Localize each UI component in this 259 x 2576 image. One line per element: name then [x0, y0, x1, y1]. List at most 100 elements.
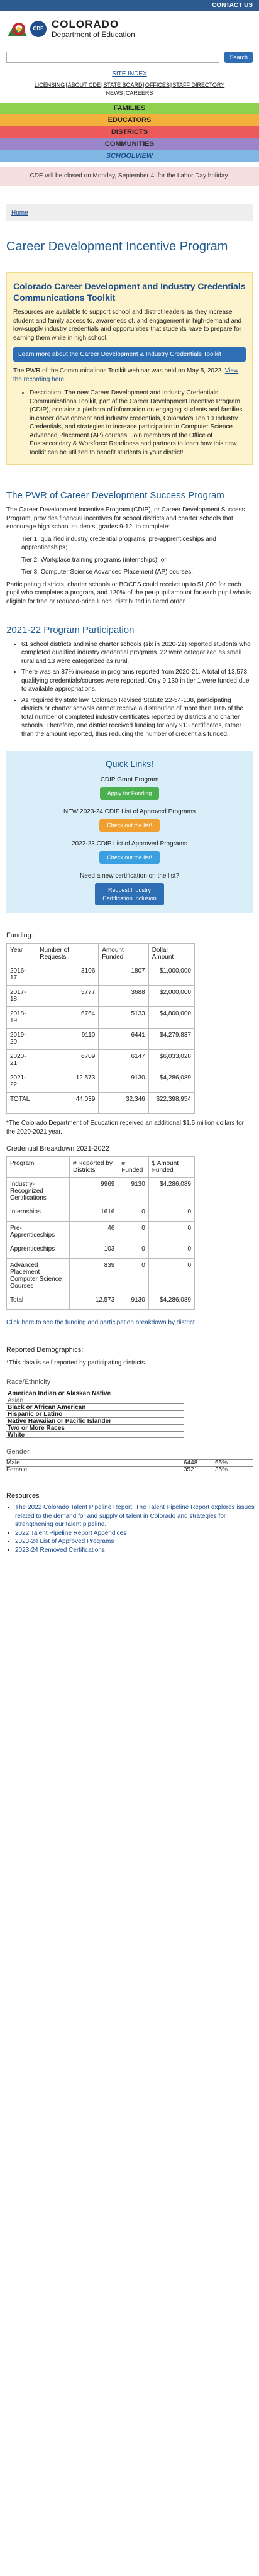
table-row: Apprenticeships 103 0 0 — [6, 1242, 196, 1259]
request-certification-button[interactable]: Request Industry Certification Inclusion — [95, 883, 164, 906]
race-row: Black or African American — [6, 1403, 184, 1411]
site-index-link[interactable]: SITE INDEX — [112, 70, 147, 77]
table-header-row: Program # Reported by Districts # Funded… — [6, 1156, 196, 1178]
search-button[interactable]: Search — [224, 51, 253, 63]
table-cell: 0 — [148, 1258, 196, 1294]
race-row: American Indian or Alaskan Native — [6, 1390, 184, 1397]
talent-pipeline-report-link[interactable]: The 2022 Colorado Talent Pipeline Report… — [15, 1504, 255, 1528]
apply-funding-button[interactable]: Apply for Funding — [99, 787, 160, 800]
table-cell: Total — [6, 1293, 70, 1310]
column-header: Program — [6, 1156, 70, 1178]
table-cell: 0 — [118, 1221, 149, 1243]
participation-heading: 2021-22 Program Participation — [6, 625, 135, 635]
race-label: Race/Ethnicity — [6, 1378, 51, 1386]
pwr-heading: The PWR of Career Development Success Pr… — [6, 490, 224, 501]
table-cell: 32,346 — [98, 1092, 149, 1115]
table-row: Advanced Placement Computer Science Cour… — [6, 1258, 196, 1294]
table-cell: 0 — [148, 1205, 196, 1222]
nav-communities[interactable]: COMMUNITIES — [0, 137, 259, 150]
approved-programs-link[interactable]: 2023-24 List of Approved Programs — [15, 1538, 114, 1545]
toolkit-intro: Resources are available to support schoo… — [13, 309, 242, 342]
tier-1: Tier 1: qualified industry credential pr… — [21, 535, 216, 552]
quick-links-heading: Quick Links! — [105, 759, 154, 769]
closure-alert: CDE will be closed on Monday, September … — [0, 166, 259, 186]
table-cell: 2020-21 — [6, 1049, 37, 1072]
webinar-text: The PWR of the Communications Toolkit we… — [13, 367, 223, 375]
table-cell: 9110 — [36, 1028, 99, 1051]
table-cell: Industry-Recognized Certifications — [6, 1177, 70, 1206]
contact-us-link[interactable]: CONTACT US — [0, 0, 259, 11]
funding-note: *The Colorado Department of Education re… — [6, 1120, 244, 1135]
table-cell: Apprenticeships — [6, 1242, 70, 1259]
quick-link-label: 2022-23 CDIP List of Approved Programs — [72, 840, 187, 848]
race-row: White — [6, 1431, 184, 1439]
race-list: American Indian or Alaskan Native Asian … — [6, 1390, 184, 1439]
nav-schoolview[interactable]: SCHOOLVIEW — [0, 149, 259, 162]
table-cell: $4,279,837 — [148, 1028, 196, 1051]
table-row: 2016-17 3106 1807 $1,000,000 — [6, 964, 196, 986]
quick-link-label: NEW 2023-24 CDIP List of Approved Progra… — [63, 808, 196, 816]
column-header: Number of Requests — [36, 943, 99, 965]
logo-title: COLORADO — [52, 18, 119, 30]
funding-table: Year Number of Requests Amount Funded Do… — [6, 943, 196, 1115]
breadcrumb: Home — [6, 204, 253, 221]
table-cell: TOTAL — [6, 1092, 37, 1115]
column-header: # Funded — [118, 1156, 149, 1178]
table-cell: 2017-18 — [6, 985, 37, 1008]
table-cell: 5133 — [98, 1006, 149, 1029]
table-cell: 103 — [69, 1242, 119, 1259]
table-cell: 5777 — [36, 985, 99, 1008]
table-cell: 44,039 — [36, 1092, 99, 1115]
table-cell: $22,398,954 — [148, 1092, 196, 1115]
quick-link-label: Need a new certification on the list? — [80, 873, 179, 880]
table-row: Industry-Recognized Certifications 9969 91… — [6, 1177, 196, 1206]
funding-label: Funding: — [6, 932, 33, 940]
licensing-link[interactable]: LICENSING — [35, 82, 65, 88]
table-cell: 6764 — [36, 1006, 99, 1029]
table-cell: $4,286,089 — [148, 1177, 196, 1206]
nav-families[interactable]: FAMILIES — [0, 101, 259, 114]
table-cell: 0 — [148, 1242, 196, 1259]
table-row: 2019-20 9110 6441 $4,279,837 — [6, 1028, 196, 1051]
gender-label: Gender — [6, 1448, 30, 1456]
removed-certifications-link[interactable]: 2023-24 Removed Certifications — [15, 1547, 105, 1554]
news-link[interactable]: NEWS — [106, 90, 123, 96]
breakdown-label: Credential Breakdown 2021-2022 — [6, 1145, 109, 1153]
column-header: Year — [6, 943, 37, 965]
table-row: 2018-19 6764 5133 $4,800,000 — [6, 1006, 196, 1029]
careers-link[interactable]: CAREERS — [126, 90, 153, 96]
about-cde-link[interactable]: ABOUT CDE — [68, 82, 101, 88]
table-cell: 6441 — [98, 1028, 149, 1051]
table-cell: 12,573 — [36, 1071, 99, 1093]
table-cell: 9969 — [69, 1177, 119, 1206]
page-title: Career Development Incentive Program — [6, 239, 228, 254]
staff-directory-link[interactable]: STAFF DIRECTORY — [172, 82, 224, 88]
column-header: # Reported by Districts — [69, 1156, 119, 1178]
search-input[interactable] — [6, 51, 220, 63]
offices-link[interactable]: OFFICES — [145, 82, 170, 88]
table-cell: Internships — [6, 1205, 70, 1222]
tier-3: Tier 3: Computer Science Advanced Placem… — [21, 569, 194, 576]
breadcrumb-home[interactable]: Home — [11, 209, 28, 216]
resources-heading: Resources — [6, 1492, 40, 1500]
table-cell: 9130 — [98, 1071, 149, 1093]
column-header: $ Amount Funded — [148, 1156, 196, 1178]
district-breakdown-link[interactable]: Click here to see the funding and partic… — [6, 1319, 196, 1326]
list-2022-23-button[interactable]: Check out the list! — [99, 851, 160, 864]
toolkit-learn-more-button[interactable]: Learn more about the Career Development … — [13, 347, 246, 362]
nav-educators[interactable]: EDUCATORS — [0, 113, 259, 126]
participation-bullet: As required by state law, Colorado Revis… — [21, 696, 253, 739]
table-cell: 0 — [148, 1221, 196, 1243]
state-board-link[interactable]: STATE BOARD — [103, 82, 142, 88]
table-cell: 1807 — [98, 964, 149, 986]
pipeline-appendices-link[interactable]: 2022 Talent Pipeline Report Appendices — [15, 1530, 126, 1537]
table-cell: $1,000,000 — [148, 964, 196, 986]
nav-districts[interactable]: DISTRICTS — [0, 125, 259, 138]
cde-logo[interactable]: CDE COLORADO Department of Education — [0, 11, 259, 44]
utility-links: LICENSING|ABOUT CDE|STATE BOARD|OFFICES|… — [34, 81, 225, 97]
race-row: Native Hawaiian or Pacific Islander — [6, 1417, 184, 1425]
table-cell: 6709 — [36, 1049, 99, 1072]
table-row: Internships 1616 0 0 — [6, 1205, 196, 1222]
table-cell: 0 — [118, 1242, 149, 1259]
list-2023-24-button[interactable]: Check out the list! — [99, 819, 160, 832]
